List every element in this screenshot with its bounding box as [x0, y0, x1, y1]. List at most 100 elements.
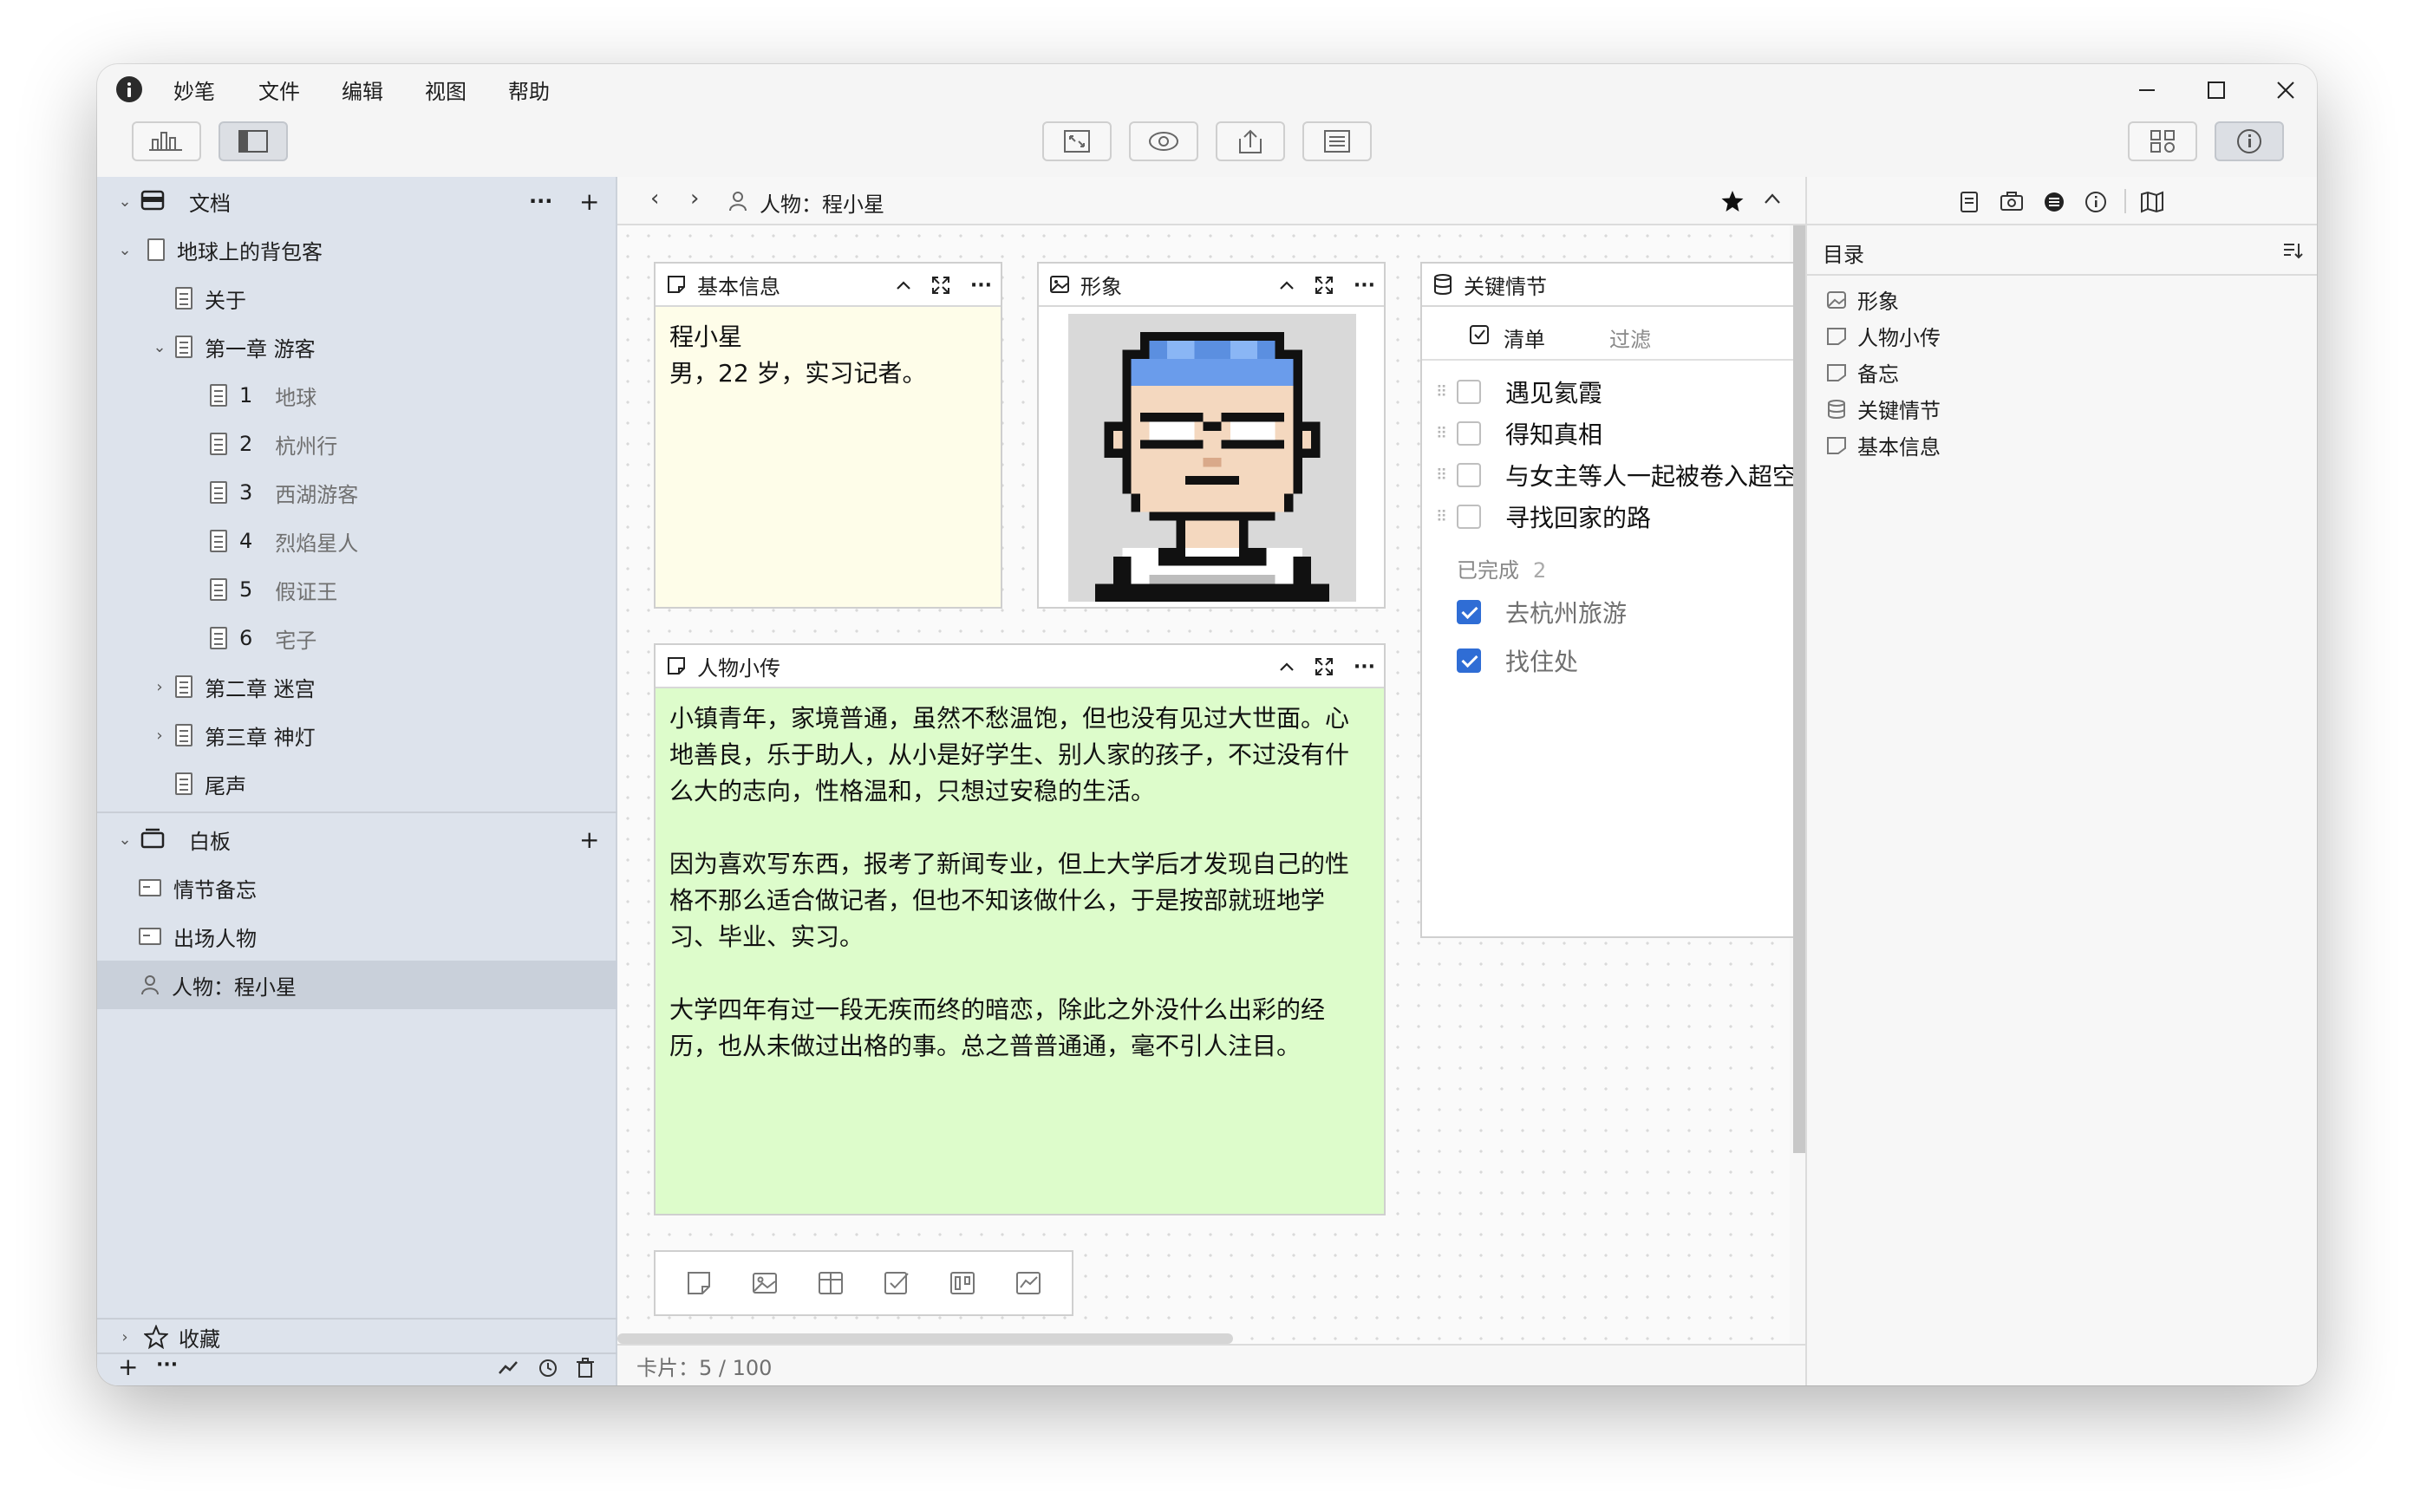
- add-checklist-icon[interactable]: [883, 1269, 910, 1297]
- collapse-icon[interactable]: [1279, 280, 1295, 290]
- add-note-icon[interactable]: [685, 1269, 713, 1297]
- more-icon[interactable]: ···: [970, 275, 992, 297]
- star-icon[interactable]: [1720, 189, 1745, 213]
- add-chart-icon[interactable]: [1015, 1269, 1042, 1297]
- chevron-down-icon[interactable]: ⌄: [114, 192, 135, 211]
- task-checkbox[interactable]: [1457, 421, 1481, 446]
- drag-handle-icon[interactable]: ⠿: [1436, 508, 1448, 526]
- more-icon[interactable]: ···: [529, 189, 552, 213]
- toc-item[interactable]: 形象: [1826, 284, 1899, 315]
- add-icon[interactable]: +: [579, 825, 599, 854]
- drag-handle-icon[interactable]: ⠿: [1436, 466, 1448, 485]
- list-circle-icon[interactable]: [2043, 191, 2065, 213]
- menu-edit[interactable]: 编辑: [342, 75, 383, 105]
- maximize-icon[interactable]: [2197, 71, 2235, 109]
- task-item-done[interactable]: 找住处: [1457, 643, 1578, 678]
- add-kanban-icon[interactable]: [949, 1269, 976, 1297]
- expand-icon[interactable]: [1314, 275, 1334, 296]
- tree-item[interactable]: 1 地球: [97, 371, 617, 420]
- collapse-icon[interactable]: [1279, 662, 1295, 672]
- horizontal-scrollbar[interactable]: [617, 1333, 1233, 1344]
- tree-item[interactable]: 2 杭州行: [97, 420, 617, 468]
- chevron-down-icon[interactable]: ⌄: [114, 241, 135, 259]
- add-icon[interactable]: +: [118, 1352, 138, 1381]
- menu-view[interactable]: 视图: [425, 75, 466, 105]
- task-checkbox[interactable]: [1457, 505, 1481, 529]
- history-icon[interactable]: [538, 1358, 558, 1378]
- outline-view-button[interactable]: [1302, 121, 1372, 161]
- add-icon[interactable]: +: [579, 187, 599, 216]
- vertical-scrollbar[interactable]: [1793, 225, 1805, 1153]
- chevron-down-icon[interactable]: ⌄: [114, 831, 135, 849]
- minimize-icon[interactable]: [2128, 71, 2166, 109]
- done-section-label[interactable]: 已完成 2: [1457, 553, 1546, 583]
- task-checkbox[interactable]: [1457, 380, 1481, 404]
- preview-button[interactable]: [1129, 121, 1198, 161]
- menu-file[interactable]: 文件: [258, 75, 300, 105]
- toc-item[interactable]: 关键情节: [1826, 394, 1941, 424]
- trash-icon[interactable]: [576, 1358, 595, 1378]
- add-image-icon[interactable]: [751, 1269, 779, 1297]
- toc-item[interactable]: 人物小传: [1826, 321, 1941, 351]
- whiteboard-item-selected[interactable]: 人物：程小星: [97, 961, 617, 1009]
- close-icon[interactable]: [2267, 71, 2305, 109]
- expand-icon[interactable]: [930, 275, 951, 296]
- sidebar-stats-button[interactable]: [132, 121, 201, 161]
- whiteboard-item[interactable]: 情节备忘: [97, 864, 617, 912]
- tab-filter[interactable]: 过滤: [1609, 323, 1651, 353]
- grid-view-button[interactable]: [2128, 121, 2197, 161]
- task-item[interactable]: ⠿ 遇见氦霞: [1436, 375, 1602, 409]
- tree-item[interactable]: 6 宅子: [97, 614, 617, 662]
- task-item-done[interactable]: 去杭州旅游: [1457, 595, 1627, 629]
- document-info-icon[interactable]: [1960, 191, 1979, 213]
- card-image[interactable]: 形象 ···: [1037, 262, 1386, 609]
- export-button[interactable]: [1216, 121, 1285, 161]
- chevron-right-icon[interactable]: ›: [149, 727, 170, 745]
- task-item[interactable]: ⠿ 与女主等人一起被卷入超空: [1436, 458, 1797, 492]
- card-body[interactable]: 程小星 男，22 岁，实习记者。: [656, 307, 1001, 607]
- tree-item-chapter3[interactable]: › 第三章 神灯: [97, 711, 617, 759]
- map-icon[interactable]: [2140, 191, 2164, 213]
- docs-section-header[interactable]: ⌄ 文档 ··· +: [97, 177, 617, 225]
- expand-icon[interactable]: [1314, 656, 1334, 677]
- fullscreen-button[interactable]: [1042, 121, 1112, 161]
- forward-icon[interactable]: ›: [690, 186, 699, 212]
- drag-handle-icon[interactable]: ⠿: [1436, 383, 1448, 401]
- card-biography[interactable]: 人物小传 ··· 小镇青年，家境普通，虽然不愁温饱，但也没有见过大世面。心地善良…: [654, 643, 1386, 1215]
- tree-item-about[interactable]: 关于: [97, 274, 617, 323]
- more-icon[interactable]: ···: [156, 1354, 178, 1376]
- task-checkbox-checked[interactable]: [1457, 648, 1481, 673]
- chevron-down-icon[interactable]: ⌄: [149, 338, 170, 356]
- task-checkbox[interactable]: [1457, 463, 1481, 487]
- trend-icon[interactable]: [498, 1359, 519, 1377]
- sidebar-toggle-button[interactable]: [219, 121, 288, 161]
- book-item[interactable]: ⌄ 地球上的背包客: [97, 225, 617, 274]
- favorites-section-header[interactable]: › 收藏: [97, 1320, 617, 1354]
- task-item[interactable]: ⠿ 寻找回家的路: [1436, 499, 1651, 534]
- card-canvas[interactable]: 基本信息 ··· 程小星 男，22 岁，实习记者。 形象 ··· 关键情节 清单…: [617, 225, 1797, 1344]
- info-icon[interactable]: [2085, 191, 2107, 213]
- chevron-right-icon[interactable]: ›: [149, 678, 170, 696]
- chevron-right-icon[interactable]: ›: [114, 1328, 135, 1346]
- tree-item-epilogue[interactable]: 尾声: [97, 759, 617, 808]
- camera-icon[interactable]: [2000, 191, 2024, 212]
- whiteboard-item[interactable]: 出场人物: [97, 912, 617, 961]
- card-body[interactable]: 小镇青年，家境普通，虽然不愁温饱，但也没有见过大世面。心地善良，乐于助人，从小是…: [656, 688, 1384, 1214]
- collapse-icon[interactable]: [896, 280, 911, 290]
- tab-list[interactable]: 清单: [1504, 323, 1545, 353]
- whiteboard-section-header[interactable]: ⌄ 白板 +: [97, 815, 617, 864]
- chevron-up-icon[interactable]: [1764, 192, 1781, 205]
- tree-item[interactable]: 3 西湖游客: [97, 468, 617, 517]
- menu-help[interactable]: 帮助: [508, 75, 550, 105]
- toc-item[interactable]: 备忘: [1826, 357, 1899, 388]
- task-item[interactable]: ⠿ 得知真相: [1436, 416, 1602, 451]
- task-checkbox-checked[interactable]: [1457, 600, 1481, 624]
- tree-item-chapter1[interactable]: ⌄ 第一章 游客: [97, 323, 617, 371]
- add-table-icon[interactable]: [817, 1269, 845, 1297]
- tree-item[interactable]: 5 假证王: [97, 565, 617, 614]
- back-icon[interactable]: ‹: [650, 186, 659, 212]
- sort-icon[interactable]: [2282, 241, 2303, 260]
- more-icon[interactable]: ···: [1354, 656, 1375, 678]
- toc-item[interactable]: 基本信息: [1826, 430, 1941, 460]
- card-key-plot[interactable]: 关键情节 清单 过滤 ⠿ 遇见氦霞 ⠿ 得知真相 ⠿ 与女主等人一起被卷入超空 ⠿ 寻找…: [1420, 262, 1797, 938]
